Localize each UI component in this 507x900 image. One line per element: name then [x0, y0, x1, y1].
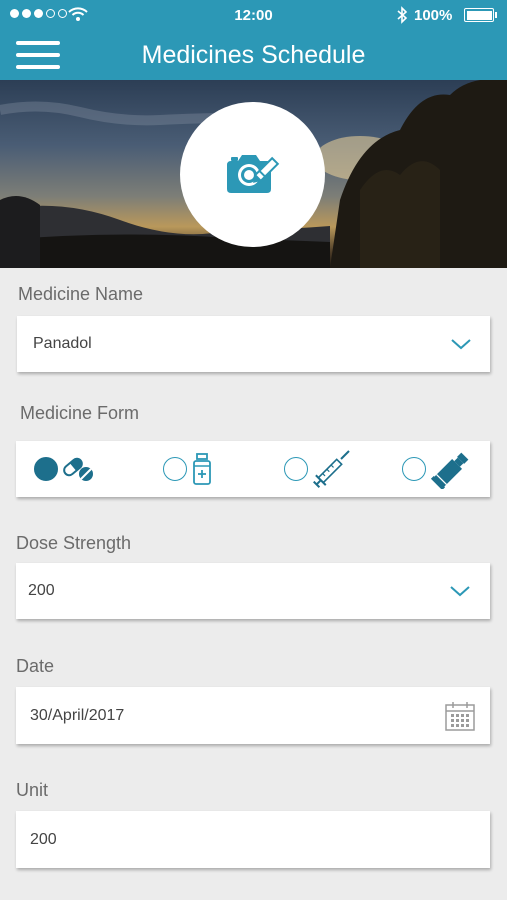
- camera-edit-icon: [226, 154, 279, 193]
- header-banner-image: [0, 80, 507, 268]
- unit-value: 200: [30, 830, 57, 848]
- date-value: 30/April/2017: [30, 706, 125, 724]
- medicine-form-option-ointment[interactable]: [402, 441, 474, 497]
- medicine-form-option-bottle[interactable]: [163, 441, 213, 497]
- syringe-icon: [313, 450, 350, 488]
- add-photo-button[interactable]: [180, 102, 325, 247]
- chevron-down-icon: [451, 339, 471, 350]
- radio-unselected[interactable]: [163, 457, 187, 481]
- ointment-tube-icon: [430, 452, 469, 489]
- medicine-name-dropdown[interactable]: Panadol: [17, 316, 490, 372]
- dose-strength-dropdown[interactable]: 200: [16, 563, 490, 619]
- calendar-icon[interactable]: [444, 700, 476, 732]
- dose-strength-value: 200: [28, 582, 55, 599]
- date-field[interactable]: 30/April/2017: [16, 687, 490, 744]
- medicine-name-value: Panadol: [33, 335, 92, 352]
- medicine-name-label: Medicine Name: [18, 284, 144, 304]
- medicine-form-selector: [16, 441, 490, 497]
- bluetooth-icon: [397, 6, 408, 24]
- dose-strength-label: Dose Strength: [16, 533, 132, 553]
- app-bar: Medicines Schedule: [0, 30, 507, 80]
- status-bar: 12:00 100%: [0, 0, 507, 30]
- chevron-down-icon: [450, 586, 470, 597]
- page-title: Medicines Schedule: [141, 41, 366, 69]
- pills-icon: [63, 457, 93, 481]
- battery-icon: [464, 8, 497, 22]
- radio-unselected[interactable]: [402, 457, 426, 481]
- medicine-form-label: Medicine Form: [20, 403, 140, 423]
- unit-label: Unit: [16, 780, 49, 800]
- bottle-icon: [193, 453, 211, 485]
- battery-percent: 100%: [414, 7, 453, 24]
- radio-unselected[interactable]: [284, 457, 308, 481]
- medicine-form-option-pills[interactable]: [34, 441, 96, 497]
- unit-field[interactable]: 200: [16, 811, 490, 868]
- date-label: Date: [16, 656, 55, 676]
- medicine-form-option-injection[interactable]: [284, 441, 352, 497]
- radio-selected[interactable]: [34, 457, 58, 481]
